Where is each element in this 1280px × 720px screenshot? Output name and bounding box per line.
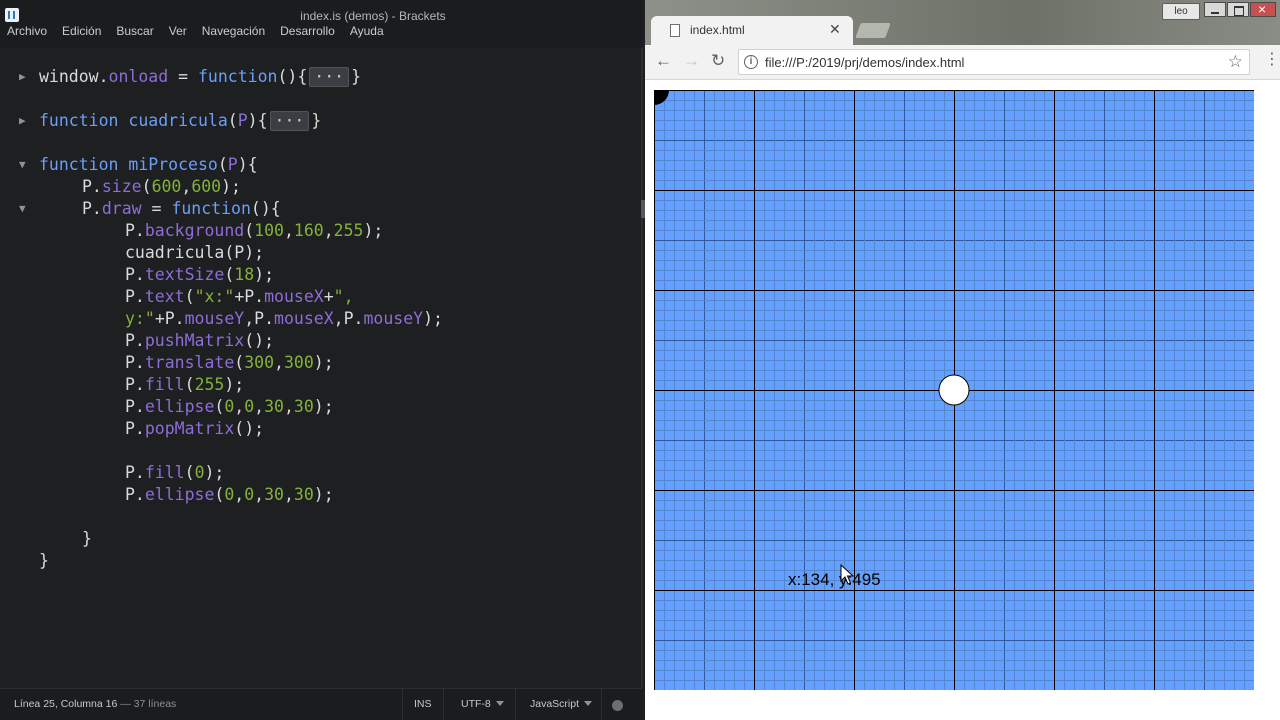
forward-arrow-icon[interactable]: → xyxy=(683,51,700,71)
url-text[interactable]: file:///P:/2019/prj/demos/index.html xyxy=(765,55,964,70)
code-line-22[interactable]: } xyxy=(82,528,92,550)
encoding-select[interactable]: UTF-8 xyxy=(461,698,504,710)
mouse-coordinates-text: x:134, y:495 xyxy=(788,570,881,589)
brackets-editor-window: index.is (demos) - Brackets Archivo Edic… xyxy=(0,0,645,720)
code-line-13[interactable]: P.pushMatrix(); xyxy=(125,330,274,352)
code-line-17[interactable]: P.popMatrix(); xyxy=(125,418,264,440)
code-line-3[interactable]: function cuadricula(P){···} xyxy=(39,110,321,132)
code-line-7[interactable]: P.draw = function(){ xyxy=(82,198,281,220)
code-line-16[interactable]: P.ellipse(0,0,30,30); xyxy=(125,396,334,418)
code-line-1[interactable]: window.onload = function(){···} xyxy=(39,66,361,88)
center-white-circle xyxy=(938,374,970,406)
tab-index-html[interactable] xyxy=(651,16,853,45)
code-line-9[interactable]: cuadricula(P); xyxy=(125,242,264,264)
browser-toolbar: ← → ↻ i file:///P:/2019/prj/demos/index.… xyxy=(645,45,1280,80)
fold-arrow-collapsed-icon[interactable]: ▶ xyxy=(19,110,31,132)
status-divider xyxy=(402,689,403,720)
collapsed-block[interactable]: ··· xyxy=(269,111,310,131)
fold-arrow-expanded-icon[interactable]: ▼ xyxy=(19,198,31,220)
code-editor[interactable]: ▶ window.onload = function(){···} ▶ func… xyxy=(0,66,642,686)
code-line-5[interactable]: function miProceso(P){ xyxy=(39,154,258,176)
collapsed-block[interactable]: ··· xyxy=(309,67,350,87)
code-line-10[interactable]: P.textSize(18); xyxy=(125,264,274,286)
code-line-23[interactable]: } xyxy=(39,550,49,572)
menu-edicion[interactable]: Edición xyxy=(62,24,101,38)
code-line-8[interactable]: P.background(100,160,255); xyxy=(125,220,383,242)
document-icon xyxy=(670,24,680,37)
code-line-12[interactable]: y:"+P.mouseY,P.mouseX,P.mouseY); xyxy=(125,308,443,330)
kebab-menu-icon[interactable]: ⋮ xyxy=(1264,52,1280,68)
bookmark-star-icon[interactable]: ☆ xyxy=(1228,52,1243,72)
browser-tabstrip: index.html ✕ leo xyxy=(645,0,1280,45)
chevron-down-icon xyxy=(584,701,593,706)
menu-desarrollo[interactable]: Desarrollo xyxy=(280,24,335,38)
menu-ver[interactable]: Ver xyxy=(169,24,187,38)
back-arrow-icon[interactable]: ← xyxy=(655,51,672,71)
new-tab-button[interactable] xyxy=(855,23,891,38)
line-count: — 37 líneas xyxy=(120,698,177,710)
language-label: JavaScript xyxy=(530,698,580,710)
minimize-button[interactable] xyxy=(1204,2,1226,17)
fold-arrow-expanded-icon[interactable]: ▼ xyxy=(19,154,31,176)
editor-statusbar: Línea 25, Columna 16 — 37 líneas INS UTF… xyxy=(0,688,642,720)
tab-close-icon[interactable]: ✕ xyxy=(829,21,841,38)
menu-navegacion[interactable]: Navegación xyxy=(202,24,265,38)
editor-titlebar: index.is (demos) - Brackets Archivo Edic… xyxy=(0,0,642,48)
language-select[interactable]: JavaScript xyxy=(530,698,593,710)
linter-status-icon[interactable] xyxy=(612,700,623,711)
code-line-19[interactable]: P.fill(0); xyxy=(125,462,224,484)
address-bar[interactable]: i file:///P:/2019/prj/demos/index.html ☆ xyxy=(738,49,1250,75)
code-line-20[interactable]: P.ellipse(0,0,30,30); xyxy=(125,484,334,506)
encoding-label: UTF-8 xyxy=(461,698,491,710)
code-line-14[interactable]: P.translate(300,300); xyxy=(125,352,334,374)
reload-icon[interactable]: ↻ xyxy=(711,51,725,71)
fold-arrow-collapsed-icon[interactable]: ▶ xyxy=(19,66,31,88)
chrome-browser-window: index.html ✕ leo ← → ↻ i file:///P:/2019… xyxy=(645,0,1280,720)
insert-mode-toggle[interactable]: INS xyxy=(414,698,432,710)
processing-sketch-canvas[interactable]: x:134, y:495 xyxy=(654,90,1254,690)
menu-archivo[interactable]: Archivo xyxy=(7,24,47,38)
menu-buscar[interactable]: Buscar xyxy=(116,24,153,38)
tab-title: index.html xyxy=(690,23,745,37)
info-icon[interactable]: i xyxy=(744,55,758,69)
menu-ayuda[interactable]: Ayuda xyxy=(350,24,384,38)
status-divider xyxy=(515,689,516,720)
profile-badge[interactable]: leo xyxy=(1162,3,1200,20)
close-window-button[interactable] xyxy=(1250,1,1276,17)
chevron-down-icon xyxy=(495,701,504,706)
status-divider xyxy=(443,689,444,720)
editor-window-title: index.is (demos) - Brackets xyxy=(300,9,446,23)
page-viewport: x:134, y:495 xyxy=(645,81,1280,720)
maximize-button[interactable] xyxy=(1227,2,1249,17)
code-line-6[interactable]: P.size(600,600); xyxy=(82,176,241,198)
editor-scrollbar-track[interactable] xyxy=(641,48,643,688)
editor-menubar: Archivo Edición Buscar Ver Navegación De… xyxy=(7,24,384,38)
cursor-position-label: Línea 25, Columna 16 xyxy=(14,698,118,710)
code-line-15[interactable]: P.fill(255); xyxy=(125,374,244,396)
code-line-11[interactable]: P.text("x:"+P.mouseX+", xyxy=(125,286,354,308)
cursor-position[interactable]: Línea 25, Columna 16 — 37 líneas xyxy=(14,698,176,710)
status-divider xyxy=(601,689,602,720)
